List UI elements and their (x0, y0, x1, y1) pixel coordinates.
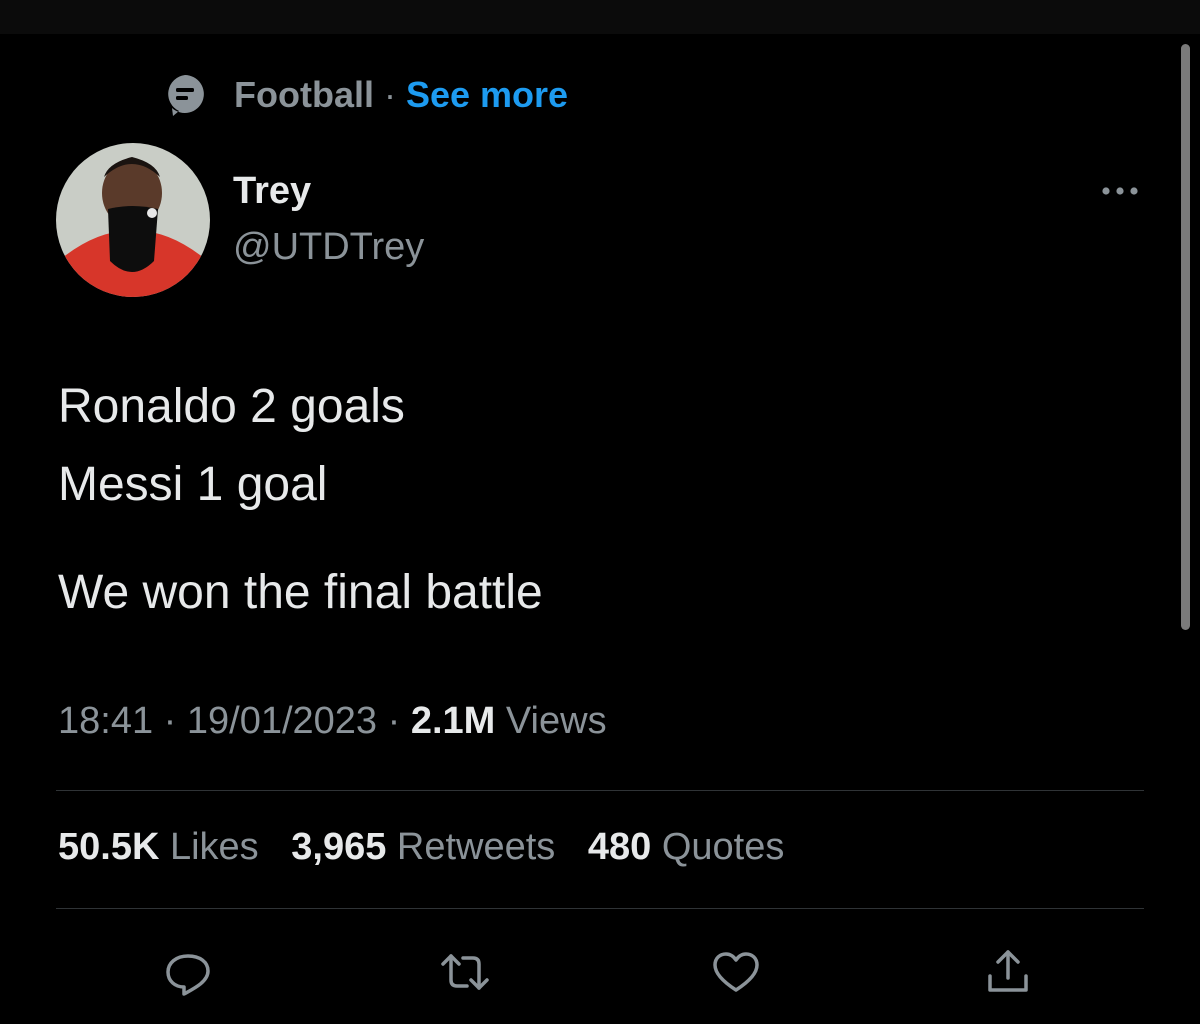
likes-count: 50.5K (58, 826, 160, 868)
topic-icon (168, 75, 204, 116)
retweet-icon (441, 954, 489, 990)
likes-label: Likes (169, 826, 259, 868)
share-icon (988, 950, 1028, 992)
tweet-line: Ronaldo 2 goals (58, 380, 405, 433)
heart-icon (713, 952, 759, 992)
tweet-meta: 18:41 · 19/01/2023 · 2.1M Views (58, 700, 607, 743)
reply-icon (166, 954, 210, 996)
see-more-link[interactable]: See more (406, 74, 568, 116)
meta-separator: · (163, 700, 177, 742)
quotes-stat[interactable]: 480 Quotes (588, 826, 785, 868)
retweets-stat[interactable]: 3,965 Retweets (291, 826, 555, 868)
author-display-name[interactable]: Trey (233, 170, 311, 213)
top-bar (0, 0, 1200, 34)
retweets-label: Retweets (396, 826, 556, 868)
topic-separator: · (383, 74, 396, 115)
share-button[interactable] (980, 944, 1036, 1000)
avatar[interactable] (56, 143, 210, 297)
tweet-date[interactable]: 19/01/2023 (187, 700, 377, 742)
topic-name[interactable]: Football (234, 74, 374, 116)
author-handle[interactable]: @UTDTrey (233, 226, 424, 269)
tweet-time[interactable]: 18:41 (58, 700, 153, 742)
retweets-count: 3,965 (291, 826, 387, 868)
engagement-stats: 50.5K Likes 3,965 Retweets 480 Quotes (58, 826, 806, 869)
like-button[interactable] (708, 944, 764, 1000)
more-options-icon[interactable] (1098, 176, 1142, 206)
views-label: Views (505, 700, 607, 742)
retweet-button[interactable] (437, 944, 493, 1000)
quotes-label: Quotes (661, 826, 785, 868)
tweet-text: Ronaldo 2 goals Messi 1 goal We won the … (58, 368, 543, 632)
topic-row: Football · See more (162, 72, 568, 118)
reply-button[interactable] (160, 944, 216, 1000)
likes-stat[interactable]: 50.5K Likes (58, 826, 259, 868)
avatar-photo (56, 143, 210, 297)
divider (56, 790, 1144, 791)
tweet-line: Messi 1 goal (58, 458, 328, 511)
meta-separator: · (387, 700, 401, 742)
tweet-line: We won the final battle (58, 566, 543, 619)
quotes-count: 480 (587, 826, 652, 868)
scrollbar[interactable] (1181, 44, 1190, 630)
divider (56, 908, 1144, 909)
views-count: 2.1M (410, 700, 496, 742)
